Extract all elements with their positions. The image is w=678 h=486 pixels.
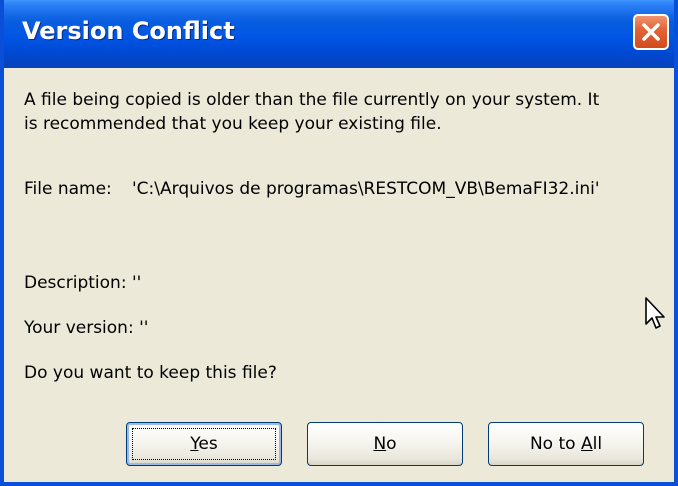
title-bar[interactable]: Version Conflict (4, 0, 674, 68)
keep-file-question: Do you want to keep this file? (24, 363, 277, 383)
no-to-all-rest: ll (592, 434, 603, 454)
yes-button[interactable]: Yes (126, 422, 282, 466)
file-name-value: 'C:\Arquivos de programas\RESTCOM_VB\Bem… (132, 179, 600, 199)
description-text: Description: '' (24, 273, 142, 293)
your-version-text: Your version: '' (24, 318, 149, 338)
no-button-label: No (373, 434, 396, 454)
focus-ring (132, 428, 276, 460)
no-accelerator: N (373, 434, 387, 454)
message-line-2: is recommended that you keep your existi… (24, 114, 442, 134)
file-name-label: File name: (24, 179, 112, 199)
close-icon (642, 23, 660, 41)
no-to-all-accelerator: A (580, 434, 593, 454)
no-button[interactable]: No (307, 422, 463, 466)
window-title: Version Conflict (22, 17, 235, 45)
no-to-all-prefix: No to (529, 434, 581, 454)
mouse-pointer-icon (645, 297, 665, 329)
no-to-all-button-label: No to All (530, 434, 602, 454)
close-button[interactable] (633, 14, 669, 50)
no-to-all-button[interactable]: No to All (488, 422, 644, 466)
no-label-rest: o (386, 434, 397, 454)
message-line-1: A file being copied is older than the fi… (24, 90, 600, 110)
version-conflict-dialog: Version Conflict A file being copied is … (0, 0, 678, 486)
